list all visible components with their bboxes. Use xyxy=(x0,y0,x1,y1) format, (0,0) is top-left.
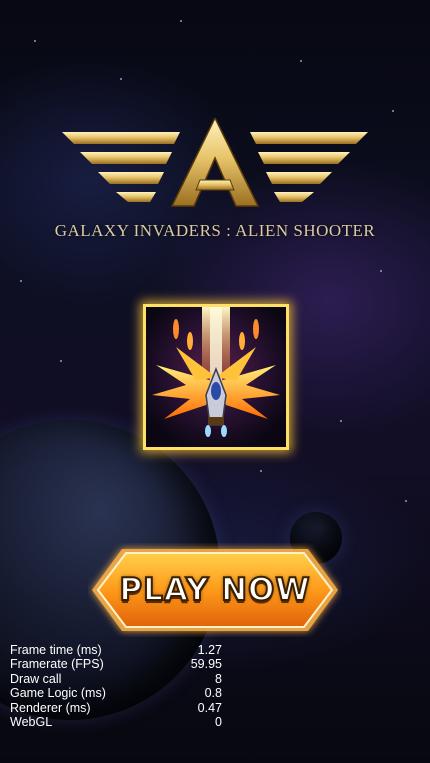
stat-label: Draw call xyxy=(10,671,62,686)
stat-label: Framerate (FPS) xyxy=(10,657,104,672)
stat-row: Framerate (FPS) 59.95 xyxy=(10,657,222,671)
stat-value: 0 xyxy=(215,715,222,730)
star xyxy=(300,60,302,62)
star xyxy=(120,78,122,80)
stat-value: 59.95 xyxy=(190,657,222,672)
stat-label: WebGL xyxy=(10,715,53,730)
stat-row: Draw call 8 xyxy=(10,672,222,686)
stat-value: 1.27 xyxy=(197,643,222,657)
stat-row: WebGL 0 xyxy=(10,715,222,729)
spaceship-app-icon xyxy=(143,304,289,450)
stat-label: Game Logic (ms) xyxy=(10,686,106,701)
stat-label: Renderer (ms) xyxy=(10,700,91,715)
stat-value: 8 xyxy=(215,671,222,686)
game-title: GALAXY INVADERS : ALIEN SHOOTER xyxy=(54,221,376,240)
stat-row: Frame time (ms) 1.27 xyxy=(10,643,222,657)
play-now-button[interactable]: PLAY NOW xyxy=(88,543,342,637)
star xyxy=(60,360,62,362)
stat-row: Renderer (ms) 0.47 xyxy=(10,701,222,715)
star xyxy=(20,280,22,282)
stat-row: Game Logic (ms) 0.8 xyxy=(10,686,222,700)
performance-stats: Frame time (ms) 1.27 Framerate (FPS) 59.… xyxy=(10,643,222,729)
stat-value: 0.8 xyxy=(204,686,222,701)
star xyxy=(392,110,394,112)
star xyxy=(260,470,262,472)
star xyxy=(405,500,407,502)
stat-label: Frame time (ms) xyxy=(10,643,102,657)
stat-value: 0.47 xyxy=(197,700,222,715)
star xyxy=(34,40,36,42)
play-now-label: PLAY NOW xyxy=(118,571,311,609)
game-stage: GALAXY INVADERS : ALIEN SHOOTER PLAY NOW… xyxy=(0,0,430,763)
game-logo-icon xyxy=(62,118,368,207)
star xyxy=(340,420,342,422)
star xyxy=(380,270,382,272)
star xyxy=(180,20,182,22)
